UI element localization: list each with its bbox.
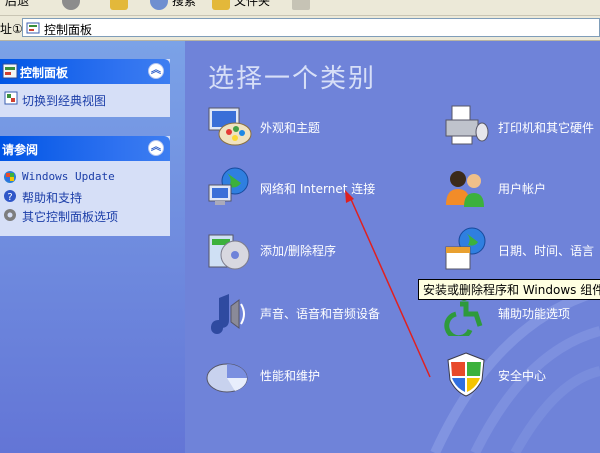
gear-icon — [4, 209, 16, 221]
category-date-time-language[interactable]: 日期、时间、语言 — [498, 242, 594, 259]
collapse-chevron-icon[interactable]: ︽ — [148, 63, 164, 79]
address-value: 控制面板 — [44, 23, 93, 37]
control-panel-icon — [26, 22, 40, 34]
views-icon[interactable] — [292, 0, 310, 10]
add-remove-programs-icon[interactable] — [205, 225, 253, 273]
printers-hardware-icon[interactable] — [442, 102, 490, 150]
back-button[interactable]: 后退 — [5, 0, 29, 9]
windows-update-icon — [4, 171, 16, 183]
category-user-accounts[interactable]: 用户帐户 — [498, 180, 546, 197]
control-panel-box: 控制面板 ︽ 切换到经典视图 — [0, 59, 170, 117]
category-performance-maintenance[interactable]: 性能和维护 — [260, 367, 320, 384]
switch-view-icon — [4, 91, 18, 105]
annotation-arrow-icon — [345, 190, 431, 378]
see-also-box: 请参阅 ︽ Windows Update ? 帮助和支持 其它控制面板选项 — [0, 136, 170, 236]
category-accessibility[interactable]: 辅助功能选项 — [498, 305, 570, 322]
search-icon[interactable] — [150, 0, 168, 10]
date-time-language-icon[interactable] — [442, 225, 490, 273]
page-title: 选择一个类别 — [208, 64, 377, 94]
svg-text:?: ? — [7, 192, 12, 203]
user-accounts-icon[interactable] — [442, 163, 490, 211]
folders-icon[interactable] — [212, 0, 230, 10]
up-folder-icon[interactable] — [110, 0, 128, 10]
category-add-remove-programs[interactable]: 添加/删除程序 — [260, 242, 336, 259]
tooltip: 安装或删除程序和 Windows 组件。 — [418, 279, 600, 300]
help-support-link[interactable]: 帮助和支持 — [22, 189, 82, 206]
forward-icon[interactable] — [62, 0, 80, 10]
category-printers-hardware[interactable]: 打印机和其它硬件 — [498, 119, 594, 136]
address-label: 址① — [0, 22, 23, 36]
windows-update-link[interactable]: Windows Update — [22, 170, 115, 183]
see-also-box-header[interactable]: 请参阅 ︽ — [0, 136, 170, 161]
toolbar: 后退 搜索 文件夹 — [0, 0, 600, 16]
see-also-title: 请参阅 — [2, 143, 39, 157]
search-button[interactable]: 搜索 — [172, 0, 196, 9]
category-security-center[interactable]: 安全中心 — [498, 367, 546, 384]
security-center-shield-icon[interactable] — [442, 350, 490, 398]
collapse-chevron-icon[interactable]: ︽ — [148, 140, 164, 156]
help-icon: ? — [4, 190, 16, 203]
performance-maintenance-icon[interactable] — [205, 350, 253, 398]
other-options-link[interactable]: 其它控制面板选项 — [22, 208, 118, 225]
switch-classic-view-link[interactable]: 切换到经典视图 — [22, 92, 106, 109]
control-panel-box-title: 控制面板 — [20, 66, 69, 80]
appearance-themes-icon[interactable] — [205, 102, 253, 150]
folders-button[interactable]: 文件夹 — [234, 0, 270, 9]
task-pane: 控制面板 ︽ 切换到经典视图 请参阅 ︽ Windows Update ? 帮助… — [0, 41, 185, 453]
category-appearance-themes[interactable]: 外观和主题 — [260, 119, 320, 136]
address-field[interactable]: 控制面板 — [22, 18, 600, 37]
address-bar: 址① 控制面板 — [0, 16, 600, 41]
network-internet-icon[interactable] — [205, 163, 253, 211]
control-panel-header-icon — [2, 63, 18, 79]
sounds-audio-icon[interactable] — [205, 288, 253, 336]
control-panel-box-header[interactable]: 控制面板 ︽ — [0, 59, 170, 84]
